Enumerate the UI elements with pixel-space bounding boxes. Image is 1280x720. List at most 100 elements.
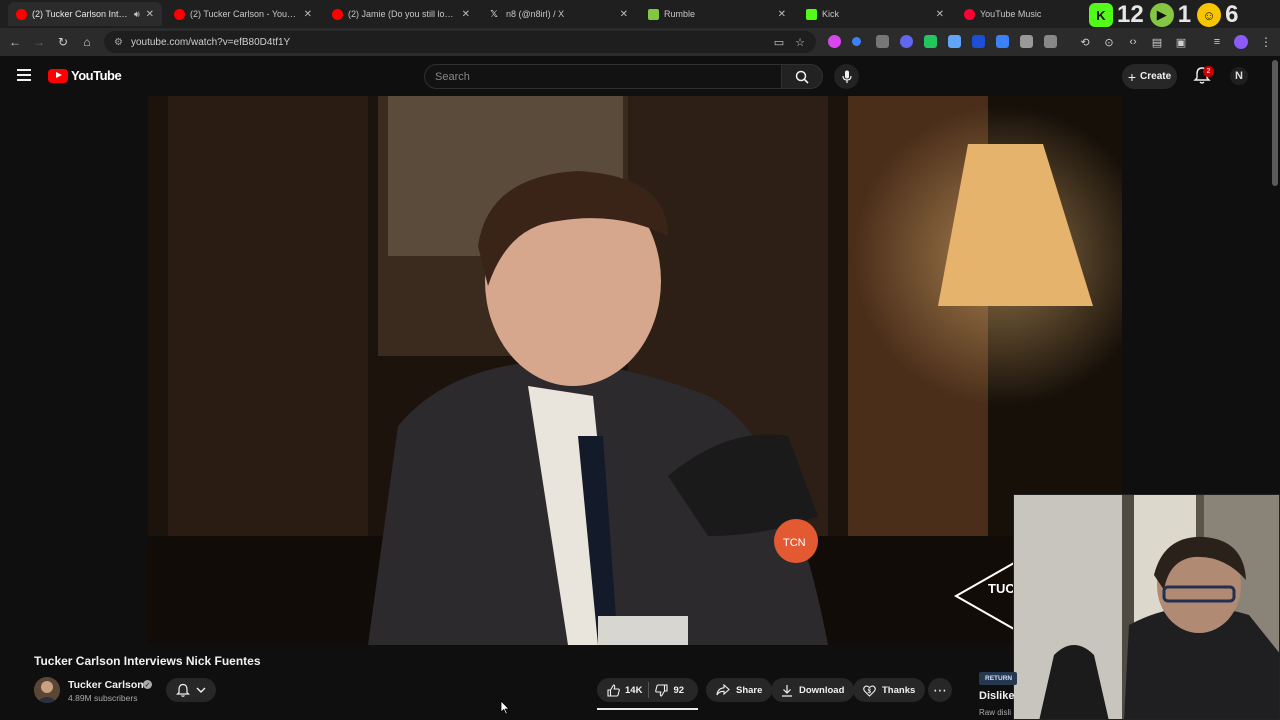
twitch-icon: ☺ <box>1197 3 1222 27</box>
mic-logo-text: TCN <box>783 537 806 549</box>
mouse-cursor-icon <box>500 700 510 715</box>
extension-icon[interactable] <box>924 35 937 48</box>
devtools-icon[interactable]: ‹› <box>1124 33 1142 51</box>
side-panel-icon[interactable]: ▣ <box>1172 33 1190 51</box>
profile-icon[interactable] <box>1234 35 1248 49</box>
dislike-button[interactable]: 92 <box>655 683 685 697</box>
create-button[interactable]: + Create <box>1122 64 1177 89</box>
menu-kebab-icon[interactable]: ⋮ <box>1257 33 1275 51</box>
close-tab-icon[interactable]: ✕ <box>304 9 312 20</box>
subscriber-count: 4.89M subscribers <box>68 693 138 703</box>
bell-icon <box>176 683 190 697</box>
speaker-icon[interactable]: 🔊︎ <box>134 9 140 20</box>
kick-count: 12 <box>1117 1 1144 28</box>
browser-tab[interactable]: 𝕏 n8 (@n8irl) / X ✕ <box>482 2 636 26</box>
like-dislike-group: 14K 92 <box>597 678 698 702</box>
dislike-count: 92 <box>673 684 685 696</box>
download-button[interactable]: Download <box>771 678 855 702</box>
subscribed-button[interactable] <box>166 678 216 702</box>
super-thanks-icon: $ <box>863 685 876 697</box>
home-icon[interactable]: ⌂ <box>78 33 96 51</box>
thanks-label: Thanks <box>882 684 916 696</box>
tab-label: Kick <box>822 9 840 19</box>
history-icon[interactable]: ⟲ <box>1076 33 1094 51</box>
downloads-icon[interactable]: ⊙ <box>1100 33 1118 51</box>
thumbs-up-icon <box>607 683 620 697</box>
share-button[interactable]: Share <box>706 678 773 702</box>
extension-icon[interactable] <box>996 35 1009 48</box>
extension-icon[interactable] <box>852 37 861 46</box>
close-tab-icon[interactable]: ✕ <box>146 9 154 20</box>
stream-counters: K 12 ▶ 1 ☺ 6 <box>1089 2 1238 28</box>
channel-avatar[interactable] <box>34 677 60 703</box>
youtube-icon <box>174 8 185 20</box>
browser-tab[interactable]: (2) Jamie (Do you still love me) ✕ <box>324 2 478 26</box>
divider <box>648 682 650 698</box>
site-info-icon[interactable]: ⚙ <box>114 37 123 48</box>
webcam-feed <box>1014 495 1279 719</box>
tab-label: (2) Tucker Carlson Interview <box>32 9 130 19</box>
tab-label: Rumble <box>664 9 696 19</box>
search-placeholder: Search <box>435 70 470 83</box>
search-input[interactable]: Search <box>424 64 782 89</box>
extension-icon[interactable] <box>1020 35 1033 48</box>
extension-icon[interactable] <box>876 35 889 48</box>
browser-tab[interactable]: Kick ✕ <box>798 2 952 26</box>
browser-tab-bar: (2) Tucker Carlson Interview 🔊︎ ✕ (2) Tu… <box>0 0 1280 28</box>
thanks-button[interactable]: $ Thanks <box>853 678 926 702</box>
like-dislike-ratio-bar <box>597 708 698 710</box>
address-bar[interactable]: ⚙ youtube.com/watch?v=efB80D4tf1Y <box>104 31 816 53</box>
forward-icon[interactable]: → <box>30 33 48 51</box>
hamburger-menu-icon[interactable] <box>17 69 31 81</box>
browser-tab-active[interactable]: (2) Tucker Carlson Interview 🔊︎ ✕ <box>8 2 162 26</box>
kick-icon: K <box>1089 3 1113 27</box>
like-button[interactable]: 14K <box>607 683 643 697</box>
puzzle-icon[interactable] <box>1044 35 1057 48</box>
browser-toolbar: ← → ↻ ⌂ ⚙ youtube.com/watch?v=efB80D4tf1… <box>0 28 1280 56</box>
share-icon <box>716 684 730 696</box>
extension-icon[interactable] <box>972 35 985 48</box>
reading-list-icon[interactable]: ▤ <box>1148 33 1166 51</box>
page-scrollbar[interactable] <box>1272 60 1278 186</box>
voice-search-button[interactable] <box>834 64 859 89</box>
search-icon <box>795 70 809 84</box>
sidebar-card-subtitle: Raw disli <box>979 708 1012 717</box>
reload-icon[interactable]: ↻ <box>54 33 72 51</box>
close-tab-icon[interactable]: ✕ <box>462 9 470 20</box>
tab-label: (2) Tucker Carlson - YouTube <box>190 9 298 19</box>
channel-avatar-image <box>34 677 60 703</box>
youtube-header: YouTube Search + Create 2 N <box>0 56 1280 96</box>
extension-icon[interactable] <box>828 35 841 48</box>
youtube-logo[interactable]: YouTube <box>48 68 122 83</box>
video-player[interactable]: TCN TUCKER CARLSON <box>148 96 1122 645</box>
close-tab-icon[interactable]: ✕ <box>620 9 628 20</box>
more-actions-icon[interactable]: ⋯ <box>928 678 952 702</box>
close-tab-icon[interactable]: ✕ <box>778 9 786 20</box>
cast-icon[interactable]: ▭ <box>770 33 788 51</box>
url-text: youtube.com/watch?v=efB80D4tf1Y <box>130 36 291 48</box>
rumble-count: 1 <box>1177 1 1192 28</box>
sidebar-card-title[interactable]: Dislike <box>979 690 1014 702</box>
like-count: 14K <box>625 684 643 696</box>
extension-icon[interactable] <box>900 35 913 48</box>
account-avatar[interactable]: N <box>1230 67 1248 85</box>
browser-tab[interactable]: YouTube Music <box>956 2 1080 26</box>
chevron-down-icon <box>196 687 206 693</box>
download-icon <box>782 684 792 697</box>
thumbs-down-icon <box>655 683 668 697</box>
youtube-icon <box>16 8 27 20</box>
extension-badge: RETURN <box>979 672 1017 685</box>
browser-tab[interactable]: (2) Tucker Carlson - YouTube ✕ <box>166 2 320 26</box>
verified-badge-icon: ✓ <box>143 680 152 689</box>
channel-name[interactable]: Tucker Carlson <box>68 679 144 691</box>
bookmark-star-icon[interactable]: ☆ <box>791 33 809 51</box>
twitch-count: 6 <box>1225 1 1239 28</box>
extension-icon[interactable] <box>948 35 961 48</box>
x-icon: 𝕏 <box>490 8 499 20</box>
media-controls-icon[interactable]: ≡ <box>1208 33 1226 51</box>
browser-tab[interactable]: Rumble ✕ <box>640 2 794 26</box>
search-button[interactable] <box>781 64 823 89</box>
back-icon[interactable]: ← <box>6 33 24 51</box>
tab-label: YouTube Music <box>980 9 1042 19</box>
close-tab-icon[interactable]: ✕ <box>936 9 944 20</box>
